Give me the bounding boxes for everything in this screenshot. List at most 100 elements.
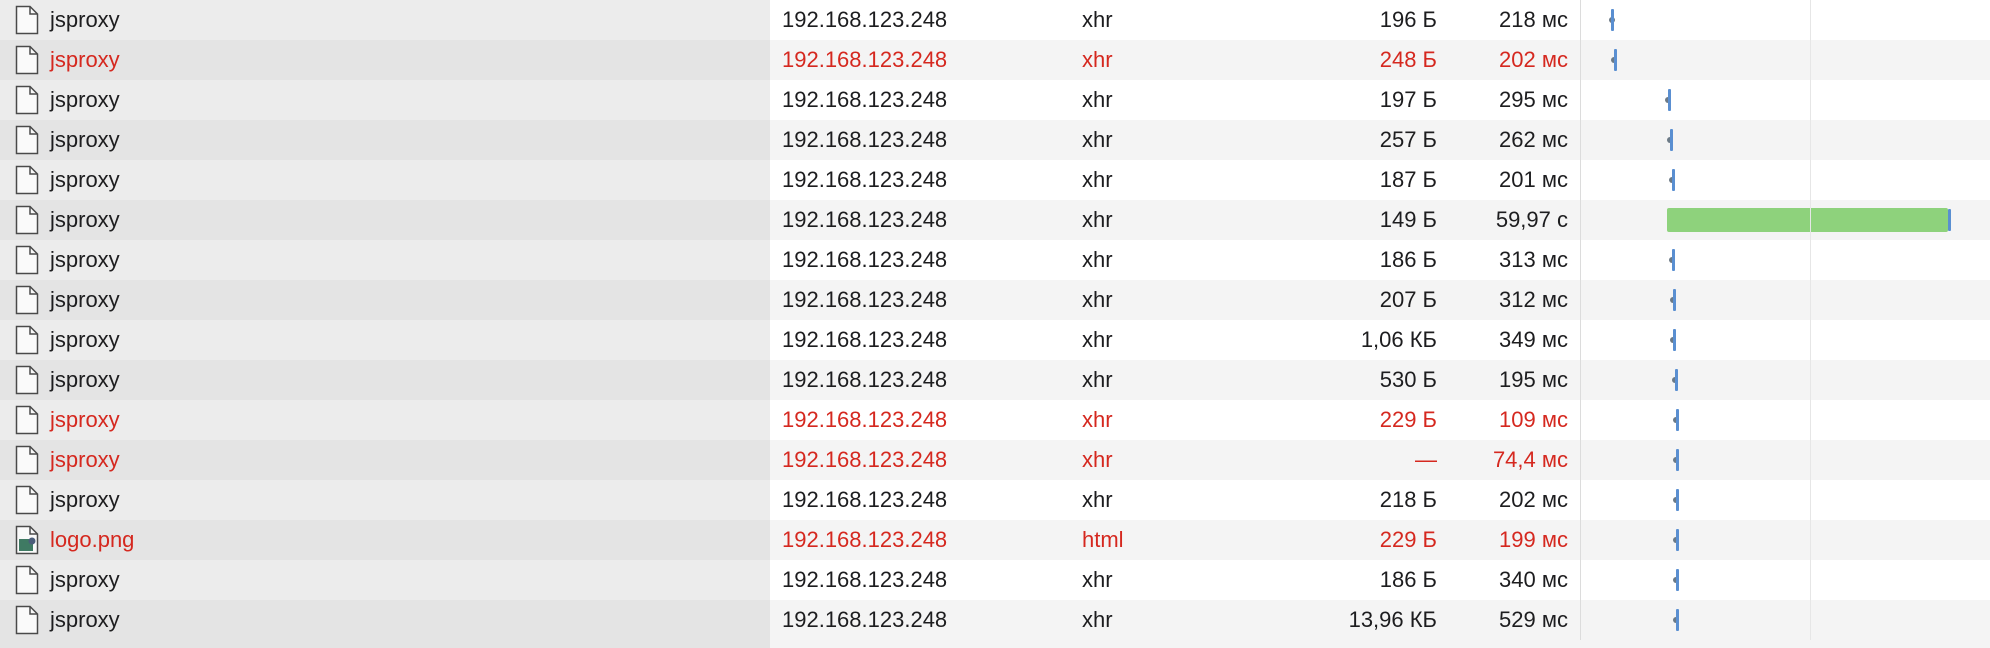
size-cell: 149 Б (1379, 207, 1437, 232)
table-row[interactable]: jsproxy 192.168.123.248 xhr 186 Б 313 мс (0, 240, 1990, 280)
size-cell: 257 Б (1379, 127, 1437, 152)
table-row[interactable]: jsproxy 192.168.123.248 xhr 530 Б 195 мс (0, 360, 1990, 400)
domain-cell: 192.168.123.248 (782, 167, 948, 192)
table-row[interactable]: jsproxy 192.168.123.248 xhr 218 Б 202 мс (0, 480, 1990, 520)
domain-cell: 192.168.123.248 (782, 47, 948, 72)
domain-cell: 192.168.123.248 (782, 407, 948, 432)
size-cell: 248 Б (1379, 47, 1437, 72)
request-name: jsproxy (50, 567, 120, 592)
table-row[interactable]: jsproxy 192.168.123.248 xhr 207 Б 312 мс (0, 280, 1990, 320)
size-cell: 1,06 КБ (1360, 327, 1437, 352)
type-cell: xhr (1082, 407, 1113, 432)
time-cell: 340 мс (1499, 567, 1568, 592)
type-cell: xhr (1082, 367, 1113, 392)
document-icon (14, 245, 40, 275)
request-name: jsproxy (50, 487, 120, 512)
name-cell[interactable]: jsproxy (0, 200, 770, 240)
document-icon (14, 285, 40, 315)
request-name: jsproxy (50, 47, 120, 72)
name-cell[interactable]: jsproxy (0, 40, 770, 80)
name-cell[interactable] (0, 640, 770, 648)
name-cell[interactable]: jsproxy (0, 480, 770, 520)
size-cell: 196 Б (1379, 7, 1437, 32)
name-cell[interactable]: jsproxy (0, 440, 770, 480)
domain-cell: 192.168.123.248 (782, 7, 948, 32)
name-cell[interactable]: jsproxy (0, 600, 770, 640)
name-cell[interactable]: logo.png (0, 520, 770, 560)
type-cell: xhr (1082, 7, 1113, 32)
name-cell[interactable]: jsproxy (0, 560, 770, 600)
table-row[interactable]: jsproxy 192.168.123.248 xhr 186 Б 340 мс (0, 560, 1990, 600)
network-request-table: jsproxy 192.168.123.248 xhr 196 Б 218 мс jspr… (0, 0, 1990, 640)
size-cell: 186 Б (1379, 567, 1437, 592)
table-row[interactable]: logo.png 192.168.123.248 html 229 Б 199 мс (0, 520, 1990, 560)
domain-cell: 192.168.123.248 (782, 367, 948, 392)
domain-cell: 192.168.123.248 (782, 127, 948, 152)
time-cell: 313 мс (1499, 247, 1568, 272)
document-icon (14, 205, 40, 235)
size-cell: 186 Б (1379, 247, 1437, 272)
size-cell: 207 Б (1379, 287, 1437, 312)
document-icon (14, 85, 40, 115)
name-cell[interactable]: jsproxy (0, 0, 770, 40)
table-row[interactable]: jsproxy 192.168.123.248 xhr 13,96 КБ 529 мс (0, 600, 1990, 640)
name-cell[interactable]: jsproxy (0, 280, 770, 320)
name-cell[interactable]: jsproxy (0, 320, 770, 360)
time-cell: 295 мс (1499, 87, 1568, 112)
time-cell: 262 мс (1499, 127, 1568, 152)
request-name: jsproxy (50, 87, 120, 112)
row-background (770, 640, 1990, 648)
document-icon (14, 605, 40, 635)
document-icon (14, 45, 40, 75)
request-name: jsproxy (50, 447, 120, 472)
type-cell: xhr (1082, 487, 1113, 512)
time-cell: 109 мс (1499, 407, 1568, 432)
domain-cell: 192.168.123.248 (782, 447, 948, 472)
request-name: jsproxy (50, 167, 120, 192)
table-row[interactable]: jsproxy 192.168.123.248 xhr 248 Б 202 мс (0, 40, 1990, 80)
table-row[interactable]: jsproxy 192.168.123.248 xhr 1,06 КБ 349 мс (0, 320, 1990, 360)
document-icon (14, 485, 40, 515)
time-cell: 349 мс (1499, 327, 1568, 352)
request-name: jsproxy (50, 367, 120, 392)
request-name: jsproxy (50, 247, 120, 272)
name-cell[interactable]: jsproxy (0, 240, 770, 280)
size-cell: 197 Б (1379, 87, 1437, 112)
table-row[interactable]: jsproxy 192.168.123.248 xhr 197 Б 295 мс (0, 80, 1990, 120)
name-cell[interactable]: jsproxy (0, 160, 770, 200)
table-row[interactable]: jsproxy 192.168.123.248 xhr 229 Б 109 мс (0, 400, 1990, 440)
table-row[interactable]: jsproxy 192.168.123.248 xhr 196 Б 218 мс (0, 0, 1990, 40)
column-divider (1810, 0, 1811, 648)
type-cell: xhr (1082, 207, 1113, 232)
size-cell: — (1415, 447, 1437, 472)
document-icon (14, 125, 40, 155)
size-cell: 13,96 КБ (1348, 607, 1437, 632)
size-cell: 218 Б (1379, 487, 1437, 512)
type-cell: xhr (1082, 567, 1113, 592)
request-name: jsproxy (50, 207, 120, 232)
name-cell[interactable]: jsproxy (0, 80, 770, 120)
table-row[interactable]: jsproxy 192.168.123.248 xhr 257 Б 262 мс (0, 120, 1990, 160)
request-name: jsproxy (50, 287, 120, 312)
image-file-icon (14, 525, 40, 555)
size-cell: 187 Б (1379, 167, 1437, 192)
type-cell: xhr (1082, 447, 1113, 472)
domain-cell: 192.168.123.248 (782, 247, 948, 272)
type-cell: xhr (1082, 127, 1113, 152)
request-name: jsproxy (50, 127, 120, 152)
type-cell: xhr (1082, 167, 1113, 192)
domain-cell: 192.168.123.248 (782, 207, 948, 232)
type-cell: xhr (1082, 247, 1113, 272)
name-cell[interactable]: jsproxy (0, 120, 770, 160)
table-row[interactable]: jsproxy 192.168.123.248 xhr 187 Б 201 мс (0, 160, 1990, 200)
table-row[interactable] (0, 640, 1990, 648)
domain-cell: 192.168.123.248 (782, 87, 948, 112)
domain-cell: 192.168.123.248 (782, 327, 948, 352)
type-cell: xhr (1082, 87, 1113, 112)
table-row[interactable]: jsproxy 192.168.123.248 xhr — 74,4 мс (0, 440, 1990, 480)
name-cell[interactable]: jsproxy (0, 360, 770, 400)
time-cell: 59,97 с (1495, 207, 1568, 232)
table-row[interactable]: jsproxy 192.168.123.248 xhr 149 Б 59,97 с (0, 200, 1990, 240)
name-cell[interactable]: jsproxy (0, 400, 770, 440)
request-name: jsproxy (50, 607, 120, 632)
